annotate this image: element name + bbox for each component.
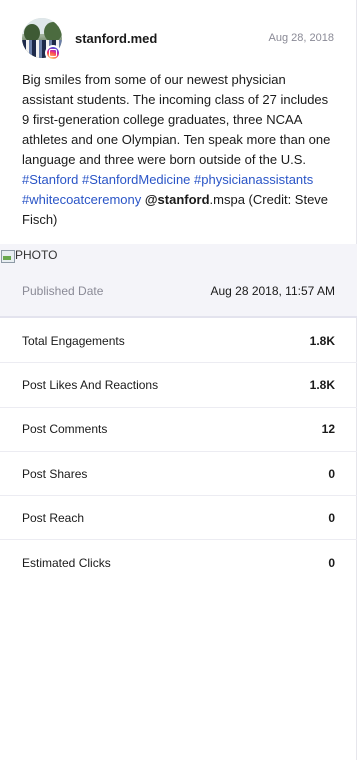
metric-value: 12 xyxy=(321,422,335,437)
metric-label: Estimated Clicks xyxy=(22,555,111,570)
metric-label: Post Reach xyxy=(22,510,85,525)
metric-label: Post Likes And Reactions xyxy=(22,377,159,392)
post-photo[interactable]: PHOTO xyxy=(0,244,357,266)
metric-value: 0 xyxy=(328,555,335,570)
mention-link[interactable]: @stanford xyxy=(145,192,210,207)
metric-label: Total Engagements xyxy=(22,333,125,348)
metric-row-likes: Post Likes And Reactions 1.8K xyxy=(0,363,357,408)
broken-image-icon xyxy=(0,248,15,263)
hashtag-link[interactable]: #Stanford xyxy=(22,172,78,187)
account-name[interactable]: stanford.med xyxy=(75,31,269,46)
hashtag-link[interactable]: #physicianassistants xyxy=(194,172,313,187)
metric-row-comments: Post Comments 12 xyxy=(0,408,357,452)
metric-label: Post Comments xyxy=(22,422,108,437)
instagram-icon xyxy=(45,45,61,61)
published-date-value: Aug 28 2018, 11:57 AM xyxy=(210,284,335,298)
metric-value: 0 xyxy=(328,466,335,481)
hashtag-link[interactable]: #whitecoatceremony xyxy=(22,192,141,207)
post-header: stanford.med Aug 28, 2018 xyxy=(22,17,334,61)
photo-alt-text: PHOTO xyxy=(15,248,58,262)
caption-text: Big smiles from some of our newest physi… xyxy=(22,72,331,167)
metric-row-shares: Post Shares 0 xyxy=(0,452,357,497)
metric-row-reach: Post Reach 0 xyxy=(0,496,357,541)
post-card: stanford.med Aug 28, 2018 Big smiles fro… xyxy=(0,0,357,760)
metrics-list: Total Engagements 1.8K Post Likes And Re… xyxy=(0,319,357,585)
post-caption: Big smiles from some of our newest physi… xyxy=(22,70,338,230)
published-date-label: Published Date xyxy=(22,284,104,298)
hashtag-link[interactable]: #StanfordMedicine xyxy=(82,172,190,187)
metric-label: Post Shares xyxy=(22,466,88,481)
metric-row-total-engagements: Total Engagements 1.8K xyxy=(0,319,357,364)
metric-value: 0 xyxy=(328,510,335,525)
avatar[interactable] xyxy=(22,18,62,61)
metric-value: 1.8K xyxy=(309,377,335,392)
metric-value: 1.8K xyxy=(309,333,335,348)
post-date: Aug 28, 2018 xyxy=(268,32,334,44)
published-date-row: Published Date Aug 28 2018, 11:57 AM xyxy=(0,266,357,318)
metric-row-clicks: Estimated Clicks 0 xyxy=(0,540,357,584)
